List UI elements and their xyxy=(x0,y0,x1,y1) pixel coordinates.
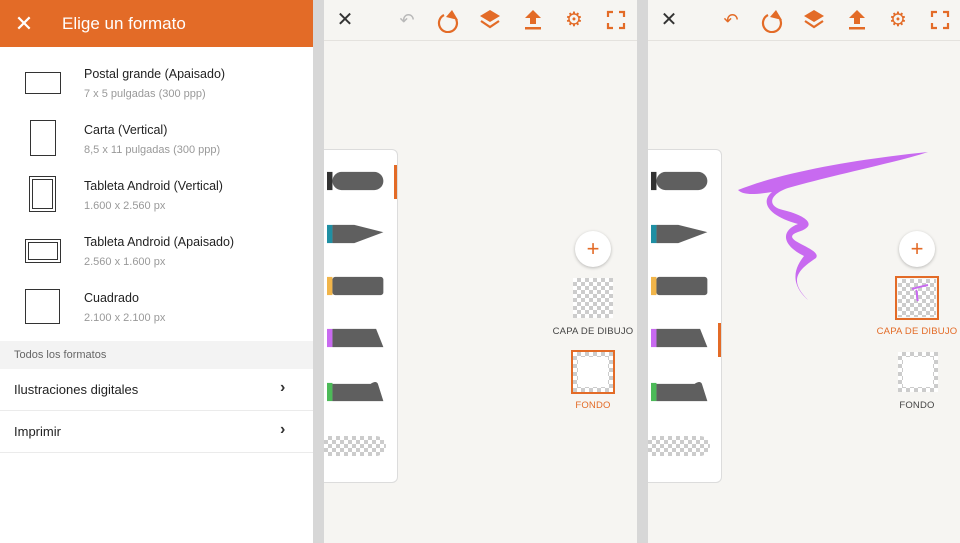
canvas-toolbar: ✕ ↶ ⚙ xyxy=(648,0,960,41)
background-layer-thumbnail[interactable] xyxy=(571,350,615,394)
format-item-tablet-portrait[interactable]: Tableta Android (Vertical) 1.600 x 2.560… xyxy=(0,159,313,215)
format-item-square[interactable]: Cuadrado 2.100 x 2.100 px xyxy=(0,271,313,327)
layers-icon[interactable] xyxy=(477,7,503,33)
square-icon xyxy=(25,289,60,324)
eraser-brush[interactable] xyxy=(324,436,386,456)
share-icon[interactable] xyxy=(520,7,546,33)
panel-divider xyxy=(637,0,648,543)
format-name: Cuadrado xyxy=(84,291,139,305)
marker-brush[interactable] xyxy=(648,276,714,296)
format-name: Postal grande (Apaisado) xyxy=(84,67,226,81)
format-picker-title: Elige un formato xyxy=(62,13,186,33)
active-brush-indicator xyxy=(718,323,721,357)
watercolor-brush[interactable] xyxy=(324,382,390,402)
tablet-landscape-icon xyxy=(25,239,61,263)
format-name: Tableta Android (Apaisado) xyxy=(84,235,235,249)
share-icon[interactable] xyxy=(844,7,870,33)
all-formats-section-header: Todos los formatos xyxy=(0,341,313,369)
background-layer-label: FONDO xyxy=(575,400,611,411)
canvas-panel-drawing: ✕ ↶ ⚙ + CAPA DE DIBUJO FONDO xyxy=(648,0,960,543)
paint-brush[interactable] xyxy=(648,328,714,348)
panel-divider xyxy=(313,0,324,543)
undo-icon[interactable]: ↶ xyxy=(394,7,420,33)
fullscreen-icon[interactable] xyxy=(927,7,953,33)
format-name: Tableta Android (Vertical) xyxy=(84,179,223,193)
landscape-page-icon xyxy=(25,72,61,94)
pencil-brush[interactable] xyxy=(648,171,714,191)
format-size: 2.100 x 2.100 px xyxy=(84,312,166,324)
undo-icon[interactable]: ↶ xyxy=(718,7,744,33)
category-label: Imprimir xyxy=(14,424,61,439)
background-layer-thumbnail[interactable] xyxy=(898,352,938,392)
chevron-right-icon: › xyxy=(280,421,286,438)
background-layer-label: FONDO xyxy=(899,400,935,411)
drawing-layer-thumbnail[interactable] xyxy=(895,276,939,320)
format-item-letter[interactable]: Carta (Vertical) 8,5 x 11 pulgadas (300 … xyxy=(0,103,313,159)
shapes-icon[interactable] xyxy=(437,7,463,33)
drawing-layer-label: CAPA DE DIBUJO xyxy=(876,326,958,337)
close-icon[interactable]: ✕ xyxy=(332,7,358,33)
active-brush-indicator xyxy=(394,165,397,199)
eraser-brush[interactable] xyxy=(648,436,710,456)
ink-brush[interactable] xyxy=(324,224,390,244)
canvas-panel-empty: ✕ ↶ ⚙ + CAPA DE DIBUJO FONDO xyxy=(324,0,637,543)
canvas-toolbar: ✕ ↶ ⚙ xyxy=(324,0,637,41)
tablet-portrait-icon xyxy=(29,176,56,212)
category-digital-illustrations[interactable]: Ilustraciones digitales › xyxy=(0,369,313,411)
settings-icon[interactable]: ⚙ xyxy=(561,7,587,33)
portrait-page-icon xyxy=(30,120,56,156)
format-size: 7 x 5 pulgadas (300 ppp) xyxy=(84,88,206,100)
fullscreen-icon[interactable] xyxy=(603,7,629,33)
format-item-tablet-landscape[interactable]: Tableta Android (Apaisado) 2.560 x 1.600… xyxy=(0,215,313,271)
drawing-layer-label: CAPA DE DIBUJO xyxy=(552,326,634,337)
layer-stroke-preview xyxy=(911,284,929,302)
format-item-postcard[interactable]: Postal grande (Apaisado) 7 x 5 pulgadas … xyxy=(0,47,313,103)
brush-palette xyxy=(324,149,398,483)
format-size: 1.600 x 2.560 px xyxy=(84,200,166,212)
format-picker-header: ✕ Elige un formato xyxy=(0,0,313,47)
category-label: Ilustraciones digitales xyxy=(14,382,139,397)
watercolor-brush[interactable] xyxy=(648,382,714,402)
close-icon[interactable]: ✕ xyxy=(0,0,48,47)
category-print[interactable]: Imprimir › xyxy=(0,411,313,453)
add-layer-button[interactable]: + xyxy=(575,231,611,267)
ink-brush[interactable] xyxy=(648,224,714,244)
format-name: Carta (Vertical) xyxy=(84,123,168,137)
brush-palette xyxy=(648,149,722,483)
shapes-icon[interactable] xyxy=(761,7,787,33)
marker-brush[interactable] xyxy=(324,276,390,296)
format-size: 2.560 x 1.600 px xyxy=(84,256,166,268)
format-size: 8,5 x 11 pulgadas (300 ppp) xyxy=(84,144,221,156)
add-layer-button[interactable]: + xyxy=(899,231,935,267)
pencil-brush[interactable] xyxy=(324,171,390,191)
layers-icon[interactable] xyxy=(801,7,827,33)
chevron-right-icon: › xyxy=(280,379,286,396)
drawing-layer-thumbnail[interactable] xyxy=(573,278,613,318)
format-picker-panel: ✕ Elige un formato Postal grande (Apaisa… xyxy=(0,0,313,543)
settings-icon[interactable]: ⚙ xyxy=(885,7,911,33)
paint-brush[interactable] xyxy=(324,328,390,348)
close-icon[interactable]: ✕ xyxy=(656,7,682,33)
